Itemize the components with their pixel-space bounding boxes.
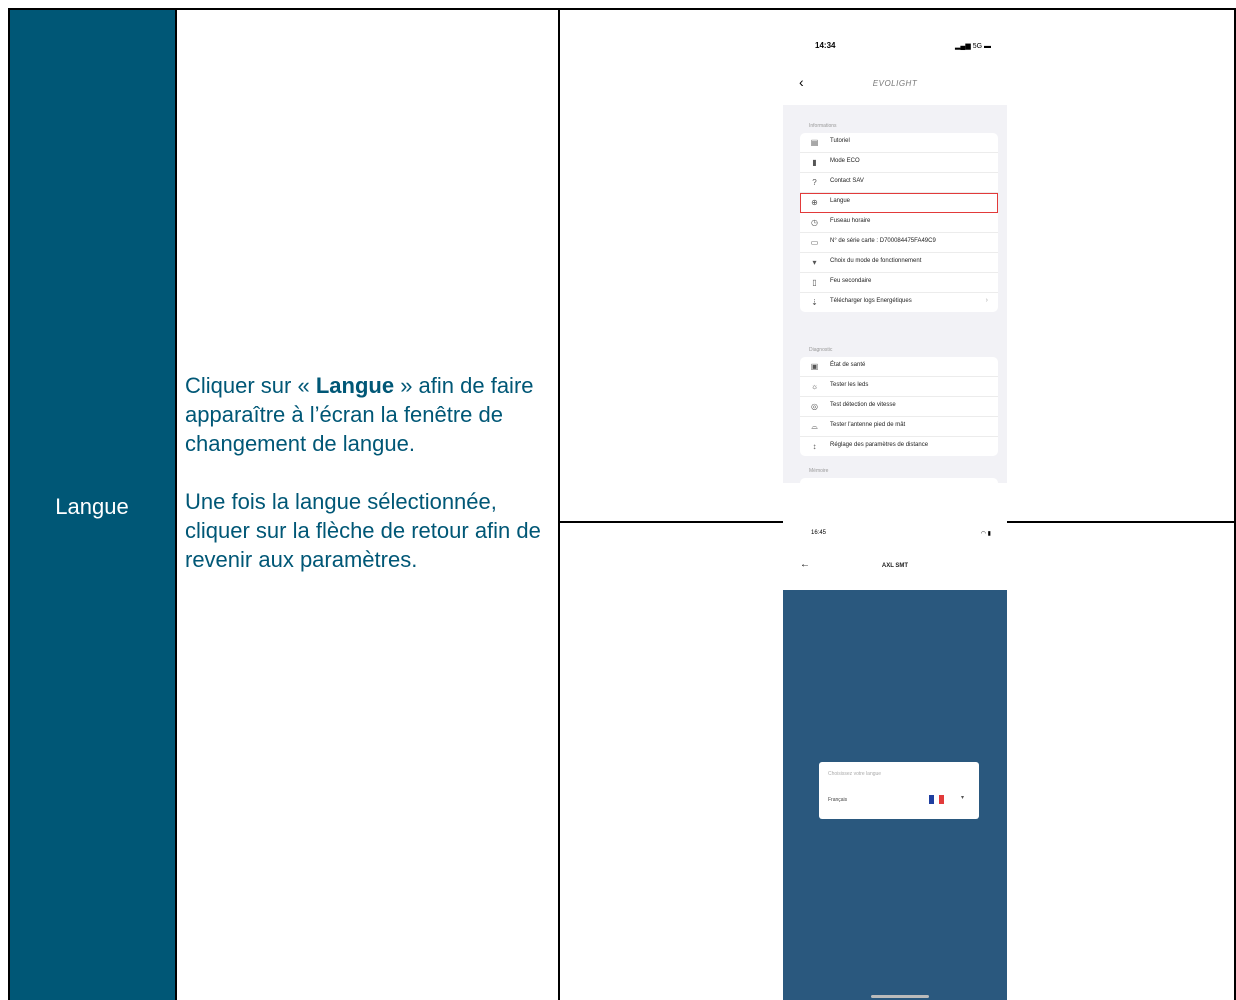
settings-row-label: Test détection de vitesse <box>830 402 896 408</box>
settings-row[interactable]: ⊕ Langue <box>800 193 998 213</box>
signal-label: 5G <box>972 43 983 50</box>
language-screen: Choisissez votre langue Français ▾ <box>783 590 1007 1000</box>
settings-group: ▣ État de santé ☼ Tester les leds ◎ Test déte… <box>800 357 998 456</box>
settings-row[interactable]: ? Contact SAV <box>800 173 998 193</box>
globe-icon: ⊕ <box>811 198 818 207</box>
status-indicators: ▂▄▆ 5G ▬ <box>955 43 991 50</box>
settings-row[interactable]: ▤ Tutoriel <box>800 133 998 153</box>
settings-row[interactable]: ◷ Fuseau horaire <box>800 213 998 233</box>
instruction-paragraph-2: Une fois la langue sélectionnée, cliquer… <box>185 489 541 572</box>
instruction-prefix: Cliquer sur « <box>185 373 316 398</box>
settings-row[interactable]: ✓Effacement des données de trafic <box>800 478 998 483</box>
status-indicators: ◠ ▮ <box>980 531 991 537</box>
settings-row[interactable]: ▣ État de santé <box>800 357 998 377</box>
table-divider-2 <box>558 8 560 1000</box>
help-icon: ? <box>812 178 817 187</box>
sun-icon: ☼ <box>810 382 819 391</box>
health-icon: ▣ <box>810 362 819 371</box>
nav-bar: ‹ EVOLIGHT <box>783 74 1007 94</box>
language-screenshot: 16:45 ◠ ▮ ← AXL SMT Choisissez votre lan… <box>783 515 1007 1000</box>
clock-icon: ◷ <box>811 218 818 227</box>
laptop-icon: ▭ <box>810 238 819 247</box>
screen-title: EVOLIGHT <box>872 79 918 88</box>
settings-row-label: Réglage des paramètres de distance <box>830 442 929 448</box>
section-header: Mémoire <box>809 468 829 474</box>
home-indicator <box>871 995 929 998</box>
language-question: Choisissez votre langue <box>828 771 882 777</box>
settings-row-label: N° de série carte : D700084475FA49C9 <box>830 238 936 244</box>
row-label-cell: Langue <box>8 8 176 1000</box>
settings-row-label: Feu secondaire <box>830 278 872 284</box>
status-time: 14:34 <box>815 41 836 50</box>
section-header: Informations <box>809 123 837 129</box>
settings-row[interactable]: ▾ Choix du mode de fonctionnement <box>800 253 998 273</box>
instruction-paragraph-1: Cliquer sur « Langue » afin de faire app… <box>185 371 563 458</box>
settings-row[interactable]: ▮ Mode ECO <box>800 153 998 173</box>
settings-row-label: Tester l'antenne pied de mât <box>830 422 906 428</box>
settings-row-label: Choix du mode de fonctionnement <box>830 258 922 264</box>
settings-group: ▤ Tutoriel ▮ Mode ECO? Contact SAV ⊕ Langue ◷ Fu… <box>800 133 998 312</box>
settings-row-label: Contact SAV <box>830 178 864 184</box>
settings-row[interactable]: ⌓ Tester l'antenne pied de mât <box>800 417 998 437</box>
selected-language: Français <box>828 797 848 803</box>
table-border-left <box>8 8 10 1000</box>
settings-row-label: Tutoriel <box>830 138 850 144</box>
download-icon: ⇣ <box>811 298 818 307</box>
table-border-top <box>8 8 1236 10</box>
settings-row-label: Télécharger logs Energétiques <box>830 298 912 304</box>
settings-row-label: Mode ECO <box>830 158 860 164</box>
instruction-keyword: Langue <box>315 373 395 398</box>
screen-title: AXL SMT <box>881 563 909 569</box>
settings-row-label: Fuseau horaire <box>830 218 871 224</box>
car-icon: ⌓ <box>811 422 818 431</box>
settings-group: ✓Effacement des données de trafic✓Efface… <box>800 478 998 483</box>
plug-icon: ▾ <box>812 258 817 267</box>
row-label: Langue <box>55 494 129 519</box>
settings-row-label: Tester les leds <box>830 382 869 388</box>
book-icon: ▤ <box>810 138 819 147</box>
traffic-light-icon: ▯ <box>812 278 817 287</box>
distance-icon: ↕ <box>812 442 817 451</box>
settings-list: Informations ▤ Tutoriel ▮ Mode ECO? Contact S… <box>783 105 1007 483</box>
instruction-text: Cliquer sur « Langue » afin de faire app… <box>185 371 563 574</box>
settings-row[interactable]: ◎ Test détection de vitesse <box>800 397 998 417</box>
radar-icon: ◎ <box>811 402 818 411</box>
instruction-table: Langue Cliquer sur « Langue » afin de fa… <box>8 8 1236 1000</box>
settings-row[interactable]: ▯ Feu secondaire <box>800 273 998 293</box>
table-divider-1 <box>175 8 177 1000</box>
chevron-right-icon: › <box>985 297 988 304</box>
settings-row-label: État de santé <box>830 362 866 368</box>
language-selector-card[interactable]: Choisissez votre langue Français ▾ <box>819 762 979 819</box>
france-flag-icon <box>929 795 944 804</box>
settings-row[interactable]: ▭ N° de série carte : D700084475FA49C9 <box>800 233 998 253</box>
settings-row[interactable]: ↕ Réglage des paramètres de distance <box>800 437 998 456</box>
settings-row[interactable]: ⇣ Télécharger logs Energétiques › <box>800 293 998 312</box>
settings-screenshot: 14:34 ▂▄▆ 5G ▬ ‹ EVOLIGHT Informations ▤ T… <box>783 33 1007 483</box>
settings-row[interactable]: ☼ Tester les leds <box>800 377 998 397</box>
status-time: 16:45 <box>811 530 827 536</box>
settings-row-label: Langue <box>830 198 851 204</box>
section-header: Diagnostic <box>809 347 833 353</box>
battery-icon: ▮ <box>812 158 817 167</box>
chevron-down-icon[interactable]: ▾ <box>961 794 964 801</box>
